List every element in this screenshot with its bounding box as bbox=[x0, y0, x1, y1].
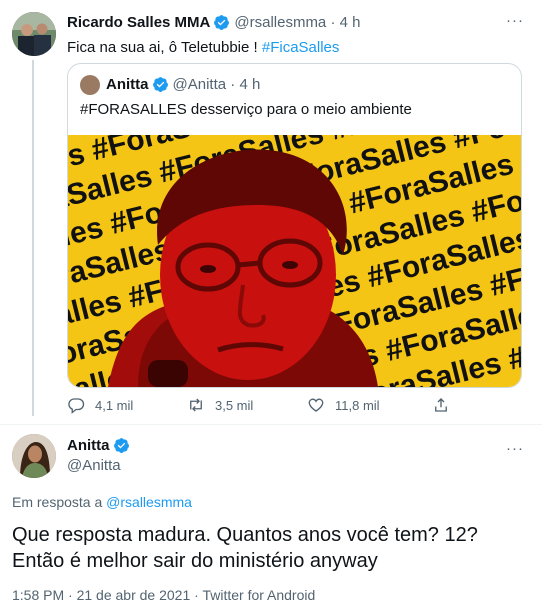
tweet-actions: 4,1 mil 3,5 mil 11,8 mil bbox=[67, 396, 467, 416]
quoted-handle: @Anitta bbox=[172, 76, 227, 93]
retweet-action[interactable]: 3,5 mil bbox=[187, 396, 253, 414]
quoted-image[interactable]: #ForaSalles #ForaSalles #ForaSalles #For… bbox=[68, 135, 521, 387]
quoted-avatar bbox=[80, 75, 100, 95]
tweet-time[interactable]: 4 h bbox=[340, 14, 361, 31]
ellipsis-icon[interactable]: ··· bbox=[506, 12, 524, 29]
like-count: 11,8 mil bbox=[335, 397, 380, 413]
like-action[interactable]: 11,8 mil bbox=[307, 396, 380, 414]
dot-separator: · bbox=[226, 76, 240, 93]
replying-to: Em resposta a @rsallesmma bbox=[12, 494, 192, 510]
avatar-anitta[interactable] bbox=[12, 434, 56, 478]
share-icon bbox=[435, 398, 447, 412]
reply-author-name[interactable]: Anitta bbox=[67, 437, 110, 454]
dot-separator: · bbox=[326, 14, 340, 31]
reply-author-handle[interactable]: @Anitta bbox=[67, 457, 121, 474]
share-action[interactable] bbox=[432, 396, 460, 414]
hashtag-link[interactable]: #FicaSalles bbox=[262, 39, 340, 56]
verified-badge-icon bbox=[113, 438, 129, 453]
reply-count: 4,1 mil bbox=[95, 397, 134, 413]
tweet-timestamp-date[interactable]: 21 de abr de 2021 bbox=[77, 587, 191, 603]
tweet-divider bbox=[0, 424, 542, 425]
thread-line bbox=[32, 60, 34, 416]
meta-separator: · bbox=[190, 587, 203, 603]
reply-text: Que resposta madura. Quantos anos você t… bbox=[12, 524, 478, 572]
tweet-text: Fica na sua ai, ô Teletubbie ! #FicaSall… bbox=[67, 39, 339, 56]
quoted-text: #FORASALLES desserviço para o meio ambie… bbox=[80, 101, 412, 118]
quoted-time: 4 h bbox=[239, 76, 261, 93]
tweet-timestamp-time[interactable]: 1:58 PM bbox=[12, 587, 64, 603]
heart-icon bbox=[308, 398, 324, 412]
ellipsis-icon[interactable]: ··· bbox=[506, 440, 524, 457]
author-name[interactable]: Ricardo Salles MMA bbox=[67, 14, 210, 31]
tweet-header: Ricardo Salles MMA @rsallesmma · 4 h bbox=[67, 14, 360, 31]
meta-separator: · bbox=[64, 587, 77, 603]
tweet-text-body: Fica na sua ai, ô Teletubbie ! bbox=[67, 39, 262, 56]
verified-badge-icon bbox=[214, 15, 230, 30]
tweet-meta: 1:58 PM · 21 de abr de 2021 · Twitter fo… bbox=[12, 587, 315, 603]
avatar-ricardo-salles[interactable] bbox=[12, 12, 56, 56]
reply-action[interactable]: 4,1 mil bbox=[67, 396, 133, 414]
author-handle[interactable]: @rsallesmma bbox=[234, 14, 326, 31]
reply-author: Anitta bbox=[67, 437, 134, 454]
quoted-author-name: Anitta bbox=[106, 76, 149, 93]
reply-icon bbox=[68, 398, 85, 414]
original-tweet[interactable]: Ricardo Salles MMA @rsallesmma · 4 h ···… bbox=[0, 0, 542, 425]
replying-to-handle[interactable]: @rsallesmma bbox=[106, 494, 192, 510]
retweet-count: 3,5 mil bbox=[215, 397, 254, 413]
verified-badge-icon bbox=[152, 77, 168, 92]
tweet-source[interactable]: Twitter for Android bbox=[202, 587, 315, 603]
quoted-tweet[interactable]: Anitta @Anitta · 4 h #FORASALLES desserv… bbox=[67, 63, 522, 388]
retweet-icon bbox=[190, 398, 202, 412]
quoted-header: Anitta @Anitta · 4 h bbox=[106, 76, 260, 93]
replying-to-label: Em resposta a bbox=[12, 494, 107, 510]
